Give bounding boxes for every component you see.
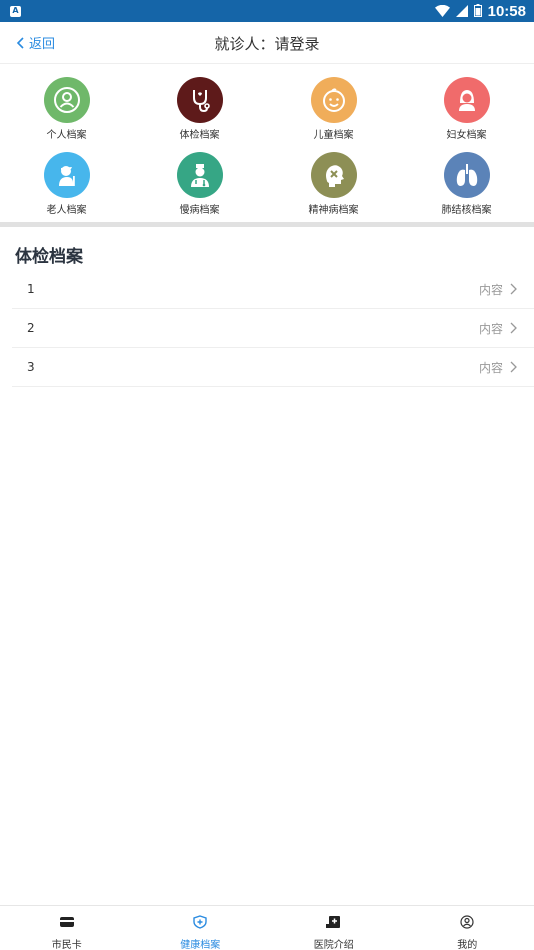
category-women-archive[interactable]: 妇女档案 [400,77,533,151]
nav-tab-profile[interactable]: 我的 [401,906,534,950]
app-notification-icon: A [10,5,21,17]
child-face-icon [310,77,357,123]
user-icon [459,914,475,933]
list-item[interactable]: 2 内容 [12,309,534,348]
list-item[interactable]: 1 内容 [12,270,534,309]
app-header: 返回 就诊人：请登录 [0,22,534,64]
row-number: 2 [27,321,35,335]
nav-tab-health-records[interactable]: 健康档案 [134,906,268,950]
row-number: 3 [27,360,35,374]
category-label: 慢病档案 [179,205,220,216]
category-label: 儿童档案 [313,130,354,141]
hospital-icon [325,914,343,933]
row-detail: 内容 [478,321,503,336]
archive-category-grid: 个人档案 体检档案 儿童档案 妇女档案 老人档案 慢病档案 精神病档案 肺结核档… [0,64,534,222]
record-list: 1 内容 2 内容 3 内容 [12,270,534,387]
nav-label: 我的 [457,940,478,950]
category-label: 妇女档案 [446,130,487,141]
nav-tab-citizen-card[interactable]: 市民卡 [0,906,134,950]
doctor-icon [176,152,223,198]
chevron-right-icon [510,280,517,299]
signal-icon [455,2,468,21]
nav-label: 市民卡 [51,940,82,950]
category-tuberculosis-archive[interactable]: 肺结核档案 [400,152,533,226]
section-title: 体检档案 [15,247,83,267]
card-icon [59,914,75,933]
person-icon [43,77,90,123]
status-time: 10:58 [487,2,526,20]
health-shield-icon [192,914,208,933]
woman-icon [443,77,490,123]
head-icon [310,152,357,198]
battery-icon [473,2,482,21]
category-label: 个人档案 [46,130,87,141]
section-divider [0,222,534,227]
category-chronic-disease-archive[interactable]: 慢病档案 [133,152,266,226]
stethoscope-icon [176,77,223,123]
nav-label: 健康档案 [180,940,221,950]
chevron-right-icon [510,358,517,377]
nav-label: 医院介绍 [313,940,354,950]
category-label: 体检档案 [179,130,220,141]
wifi-icon [434,2,450,21]
chevron-right-icon [510,319,517,338]
category-personal-archive[interactable]: 个人档案 [0,77,133,151]
category-label: 精神病档案 [308,205,359,216]
bottom-navigation: 市民卡 健康档案 医院介绍 我的 [0,905,534,950]
elderly-icon [43,152,90,198]
row-detail: 内容 [478,360,503,375]
category-mental-illness-archive[interactable]: 精神病档案 [267,152,400,226]
category-label: 肺结核档案 [441,205,492,216]
list-item[interactable]: 3 内容 [12,348,534,387]
row-number: 1 [27,282,35,296]
status-bar: A 10:58 [0,0,534,22]
page-title: 就诊人：请登录 [214,35,320,53]
nav-tab-hospital-intro[interactable]: 医院介绍 [267,906,401,950]
row-detail: 内容 [478,282,503,297]
category-elderly-archive[interactable]: 老人档案 [0,152,133,226]
category-label: 老人档案 [46,205,87,216]
category-physical-exam-archive[interactable]: 体检档案 [133,77,266,151]
lungs-icon [443,152,490,198]
category-children-archive[interactable]: 儿童档案 [267,77,400,151]
